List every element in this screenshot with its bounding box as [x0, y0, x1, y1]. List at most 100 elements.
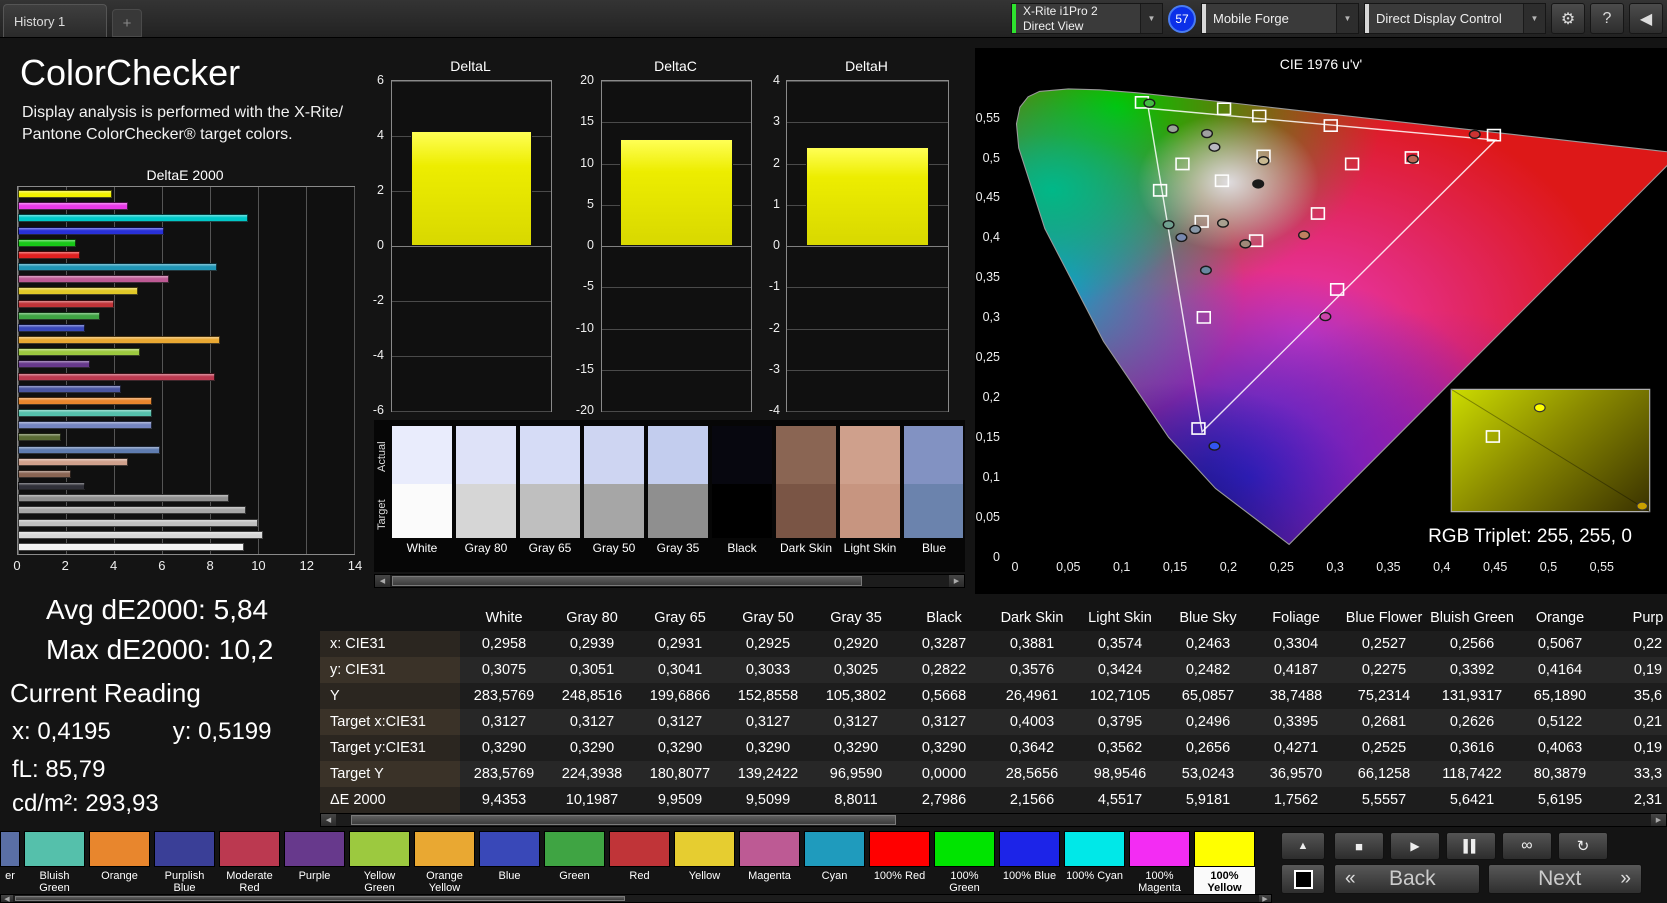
scroll-up-button[interactable]: ▲ — [1281, 832, 1325, 860]
patch-100-blue[interactable]: 100% Blue — [999, 831, 1060, 895]
settings-button[interactable]: ⚙ — [1551, 3, 1585, 34]
chevron-down-icon[interactable]: ▼ — [1523, 4, 1545, 33]
patch-100-red[interactable]: 100% Red — [869, 831, 930, 895]
loop-button[interactable]: ∞ — [1502, 832, 1552, 860]
table-cell: 0,3051 — [548, 657, 636, 683]
meter-dropdown[interactable]: X-Rite i1Pro 2 Direct View ▼ — [1011, 3, 1163, 34]
patch-cyan[interactable]: Cyan — [804, 831, 865, 895]
swatch-dark-skin[interactable]: Dark Skin — [776, 426, 836, 555]
swatch-actual — [840, 426, 900, 484]
patch-green[interactable]: Green — [544, 831, 605, 895]
swatch-gray-65[interactable]: Gray 65 — [520, 426, 580, 555]
up-arrow-icon: ▲ — [1297, 840, 1309, 852]
delta-ytick-label: -2 — [768, 320, 780, 335]
swatch-black[interactable]: Black — [712, 426, 772, 555]
scroll-right-button[interactable]: ▶ — [1651, 814, 1666, 826]
patch-blue[interactable]: Blue — [479, 831, 540, 895]
patch-label: Purple — [298, 870, 331, 882]
scrollbar-thumb[interactable] — [15, 896, 625, 901]
patch-moderate-red[interactable]: Moderate Red — [219, 831, 280, 895]
table-row-label: Target y:CIE31 — [320, 735, 460, 761]
scrollbar-thumb[interactable] — [392, 576, 862, 586]
scroll-left-button[interactable]: ◀ — [321, 814, 336, 826]
deltae-xtick-label: 6 — [158, 558, 166, 573]
delta-gridline — [392, 81, 551, 82]
help-button[interactable]: ? — [1590, 3, 1624, 34]
deltae-bar-row — [18, 372, 354, 381]
plus-icon: + — [122, 14, 132, 32]
patch-100-green[interactable]: 100% Green — [934, 831, 995, 895]
patch-swatch — [869, 831, 930, 867]
max-de2000-value: Max dE2000: 10,2 — [46, 634, 274, 665]
patch-window-button[interactable] — [1281, 864, 1325, 894]
table-cell: 0,3576 — [988, 657, 1076, 683]
deltae-xtick-label: 4 — [109, 558, 118, 573]
cie-y-tick: 0,4 — [982, 230, 1000, 245]
patch-red[interactable]: Red — [609, 831, 670, 895]
table-cell: 0,5122 — [1516, 709, 1604, 735]
scroll-left-button[interactable]: ◀ — [1, 895, 13, 903]
current-fl-value: fL: 85,79 — [12, 756, 106, 783]
measured-point — [1408, 155, 1419, 163]
swatch-label: Dark Skin — [779, 541, 832, 555]
display-control-dropdown[interactable]: Direct Display Control ▼ — [1364, 3, 1546, 34]
refresh-button[interactable]: ↻ — [1558, 832, 1608, 860]
back-button[interactable]: « Back — [1334, 864, 1480, 894]
deltae-bar-row — [18, 287, 354, 296]
inset-measured-point — [1637, 502, 1648, 510]
scrollbar-track[interactable] — [390, 575, 949, 587]
patch-orange-yellow[interactable]: Orange Yellow — [414, 831, 475, 895]
table-cell: 0,3033 — [724, 657, 812, 683]
chevron-down-icon[interactable]: ▼ — [1140, 4, 1162, 33]
patch-bluish-green[interactable]: Bluish Green — [24, 831, 85, 895]
patch-100-magenta[interactable]: 100% Magenta — [1129, 831, 1190, 895]
stop-button[interactable]: ■ — [1334, 832, 1384, 860]
deltae-bar-row — [18, 421, 354, 430]
table-cell: 0,3290 — [460, 735, 548, 761]
scroll-right-button[interactable]: ▶ — [1259, 895, 1271, 903]
patch-label: Orange — [101, 870, 138, 882]
table-cell: 2,1566 — [988, 787, 1076, 813]
patch-er[interactable]: er — [0, 831, 20, 895]
chevrons-left-icon: « — [1345, 868, 1356, 889]
patch-yellow-green[interactable]: Yellow Green — [349, 831, 410, 895]
scrollbar-thumb[interactable] — [351, 815, 896, 825]
swatch-strip-scrollbar[interactable]: ◀ ▶ — [374, 574, 965, 588]
swatch-gray-80[interactable]: Gray 80 — [456, 426, 516, 555]
table-cell: 118,7422 — [1428, 761, 1516, 787]
swatch-gray-35[interactable]: Gray 35 — [648, 426, 708, 555]
add-tab-button[interactable]: + — [112, 9, 142, 37]
workflow-dropdown[interactable]: Mobile Forge ▼ — [1201, 3, 1359, 34]
delta-gridline — [787, 246, 948, 247]
pause-button[interactable]: ▌▌ — [1446, 832, 1496, 860]
scroll-left-button[interactable]: ◀ — [375, 575, 390, 587]
swatch-target — [776, 484, 836, 538]
patch-orange[interactable]: Orange — [89, 831, 150, 895]
patch-yellow[interactable]: Yellow — [674, 831, 735, 895]
next-button[interactable]: Next » — [1488, 864, 1642, 894]
meter-mode: Direct View — [1023, 18, 1084, 33]
patch-purplish-blue[interactable]: Purplish Blue — [154, 831, 215, 895]
scrollbar-track[interactable] — [336, 814, 1651, 826]
cie-y-tick: 0,45 — [975, 190, 1000, 205]
patch-100-cyan[interactable]: 100% Cyan — [1064, 831, 1125, 895]
patch-purple[interactable]: Purple — [284, 831, 345, 895]
swatch-white[interactable]: White — [392, 426, 452, 555]
patch-swatch — [739, 831, 800, 867]
deltae-bar-row — [18, 214, 354, 223]
patch-magenta[interactable]: Magenta — [739, 831, 800, 895]
play-button[interactable]: ▶ — [1390, 832, 1440, 860]
swatch-gray-50[interactable]: Gray 50 — [584, 426, 644, 555]
patch-swatch — [349, 831, 410, 867]
patch-bar-scrollbar[interactable]: ◀ ▶ — [0, 894, 1272, 903]
deltae-bar-blue-flower — [18, 421, 153, 430]
swatch-light-skin[interactable]: Light Skin — [840, 426, 900, 555]
meter-count-badge[interactable]: 57 — [1168, 4, 1196, 33]
chevron-down-icon[interactable]: ▼ — [1336, 4, 1358, 33]
deltae2000-chart — [17, 186, 355, 555]
collapse-button[interactable]: ◀ — [1629, 3, 1663, 34]
table-scrollbar[interactable]: ◀ ▶ — [320, 813, 1667, 827]
patch-100-yellow[interactable]: 100% Yellow — [1194, 831, 1255, 895]
scrollbar-track[interactable] — [13, 895, 1259, 902]
tab-history-1[interactable]: History 1 — [3, 4, 107, 37]
